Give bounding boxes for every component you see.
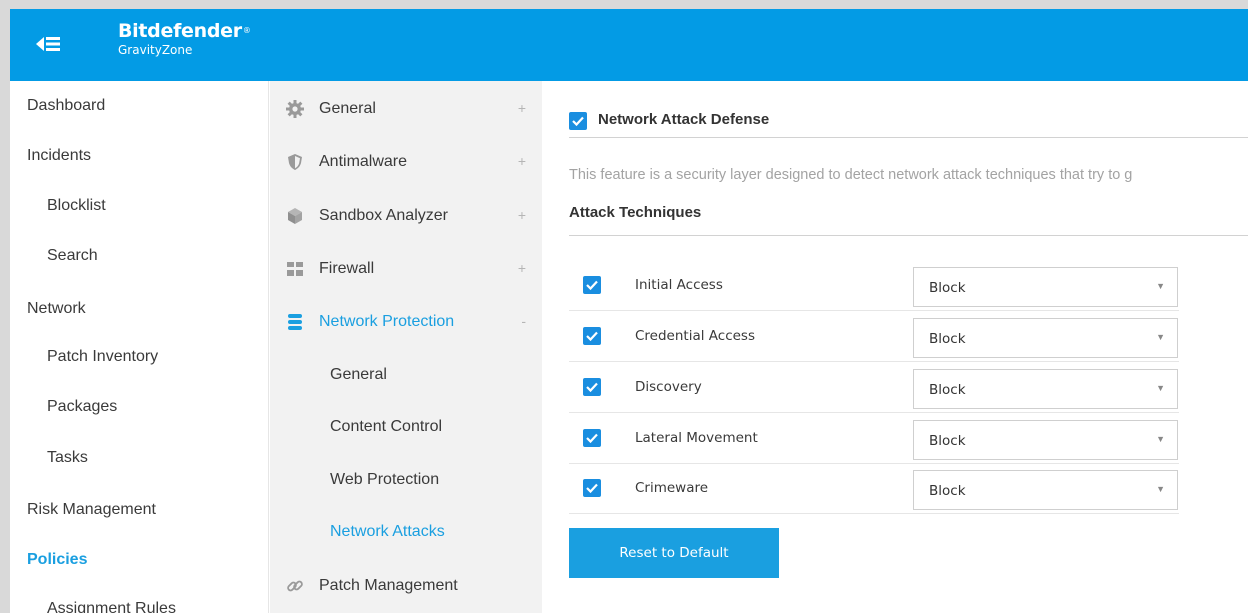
technique-checkbox[interactable] [583,479,601,497]
expand-icon[interactable]: + [518,153,526,169]
technique-row-lateral-movement: Lateral Movement Block ▼ [569,413,1179,464]
section-antimalware[interactable]: Antimalware + [286,151,526,177]
select-value: Block [929,483,966,499]
subsection-web-protection[interactable]: Web Protection [330,471,439,489]
technique-row-discovery: Discovery Block ▼ [569,362,1179,413]
section-antimalware-label: Antimalware [319,153,408,170]
technique-label: Discovery [635,379,702,395]
nav-item-assignment-rules[interactable]: Assignment Rules [47,600,176,613]
technique-action-select[interactable]: Block ▼ [913,470,1178,510]
link-icon [286,577,304,595]
technique-label: Lateral Movement [635,430,758,446]
section-general-label: General [319,100,376,117]
chevron-down-icon: ▼ [1156,332,1165,342]
shield-icon [286,153,304,171]
attack-techniques-title: Attack Techniques [569,204,702,221]
expand-icon[interactable]: + [518,207,526,223]
logo-brand: Bitdefender® [118,20,251,42]
subsection-general[interactable]: General [330,366,387,384]
collapse-menu-icon[interactable] [36,33,62,55]
nav-item-dashboard[interactable]: Dashboard [27,97,105,115]
technique-label: Initial Access [635,277,723,293]
technique-checkbox[interactable] [583,429,601,447]
collapse-icon[interactable]: - [521,313,526,329]
technique-checkbox[interactable] [583,378,601,396]
app-window: Bitdefender® GravityZone Dashboard Incid… [10,9,1248,613]
policy-sections: General + Antimalware + Sandbox Analyzer… [270,81,542,613]
top-bar: Bitdefender® GravityZone [10,9,1248,81]
technique-action-select[interactable]: Block ▼ [913,318,1178,358]
select-value: Block [929,433,966,449]
section-general[interactable]: General + [286,98,526,124]
logo: Bitdefender® GravityZone [118,21,251,58]
section-firewall[interactable]: Firewall + [286,258,526,284]
technique-row-initial-access: Initial Access Block ▼ [569,260,1179,311]
subsection-content-control[interactable]: Content Control [330,418,442,436]
feature-title: Network Attack Defense [598,111,770,128]
logo-product: GravityZone [118,43,193,57]
expand-icon[interactable]: + [518,100,526,116]
network-attack-defense-checkbox[interactable] [569,112,587,130]
subsection-network-attacks[interactable]: Network Attacks [330,523,445,541]
select-value: Block [929,280,966,296]
technique-checkbox[interactable] [583,327,601,345]
main-nav: Dashboard Incidents Blocklist Search Net… [10,81,269,613]
chevron-down-icon: ▼ [1156,434,1165,444]
section-sandbox-analyzer[interactable]: Sandbox Analyzer + [286,205,526,231]
section-network-protection[interactable]: Network Protection - [286,311,526,337]
nav-item-search[interactable]: Search [47,247,98,265]
technique-label: Credential Access [635,328,755,344]
technique-label: Crimeware [635,480,709,496]
section-patch-management[interactable]: Patch Management [286,575,526,601]
nav-item-tasks[interactable]: Tasks [47,449,88,467]
nav-item-blocklist[interactable]: Blocklist [47,197,106,215]
technique-action-select[interactable]: Block ▼ [913,420,1178,460]
nav-item-policies[interactable]: Policies [27,551,87,569]
technique-checkbox[interactable] [583,276,601,294]
nav-item-patch-inventory[interactable]: Patch Inventory [47,348,158,366]
network-attacks-panel: Network Attack Defense This feature is a… [542,81,1248,613]
chevron-down-icon: ▼ [1156,281,1165,291]
technique-row-crimeware: Crimeware Block ▼ [569,463,1179,514]
nav-item-packages[interactable]: Packages [47,398,117,416]
nav-item-incidents[interactable]: Incidents [27,147,91,165]
section-firewall-label: Firewall [319,260,375,277]
section-network-protection-label: Network Protection [319,313,455,330]
chevron-down-icon: ▼ [1156,383,1165,393]
nav-item-network[interactable]: Network [27,300,86,318]
gear-icon [286,100,304,118]
technique-action-select[interactable]: Block ▼ [913,369,1178,409]
technique-action-select[interactable]: Block ▼ [913,267,1178,307]
nav-item-risk-management[interactable]: Risk Management [27,501,156,519]
reset-to-default-button[interactable]: Reset to Default [569,528,779,578]
feature-description: This feature is a security layer designe… [569,167,1133,183]
chevron-down-icon: ▼ [1156,484,1165,494]
section-patch-management-label: Patch Management [319,577,458,594]
expand-icon[interactable]: + [518,260,526,276]
cube-icon [286,207,304,225]
firewall-icon [286,260,304,278]
section-sandbox-analyzer-label: Sandbox Analyzer [319,207,448,224]
technique-row-credential-access: Credential Access Block ▼ [569,311,1179,362]
database-icon [286,313,304,331]
select-value: Block [929,331,966,347]
select-value: Block [929,382,966,398]
divider [569,137,1248,138]
divider [569,235,1248,236]
